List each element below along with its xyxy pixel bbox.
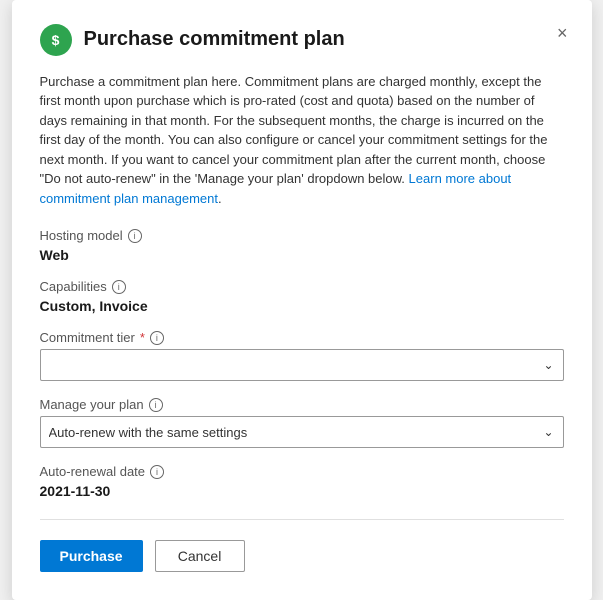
auto-renewal-date-info-icon[interactable]: i [150, 465, 164, 479]
hosting-model-field: Hosting model i Web [40, 228, 564, 263]
capabilities-field: Capabilities i Custom, Invoice [40, 279, 564, 314]
commitment-tier-field: Commitment tier * i ⌄ [40, 330, 564, 381]
auto-renewal-date-field: Auto-renewal date i 2021-11-30 [40, 464, 564, 499]
auto-renewal-date-value: 2021-11-30 [40, 483, 564, 499]
hosting-model-info-icon[interactable]: i [128, 229, 142, 243]
button-row: Purchase Cancel [40, 540, 564, 572]
commitment-tier-required: * [140, 330, 145, 345]
purchase-dialog: $ Purchase commitment plan × Purchase a … [12, 0, 592, 600]
manage-plan-label: Manage your plan i [40, 397, 564, 412]
manage-plan-select-wrapper: Auto-renew with the same settings Do not… [40, 416, 564, 448]
capabilities-info-icon[interactable]: i [112, 280, 126, 294]
manage-plan-field: Manage your plan i Auto-renew with the s… [40, 397, 564, 448]
commitment-tier-label: Commitment tier * i [40, 330, 564, 345]
auto-renewal-date-label: Auto-renewal date i [40, 464, 564, 479]
manage-plan-select[interactable]: Auto-renew with the same settings Do not… [40, 416, 564, 448]
capabilities-value: Custom, Invoice [40, 298, 564, 314]
dialog-title: Purchase commitment plan [84, 28, 564, 51]
hosting-model-value: Web [40, 247, 564, 263]
close-button[interactable]: × [553, 20, 572, 46]
manage-plan-info-icon[interactable]: i [149, 398, 163, 412]
purchase-button[interactable]: Purchase [40, 540, 143, 572]
dialog-header: $ Purchase commitment plan × [40, 24, 564, 56]
capabilities-label: Capabilities i [40, 279, 564, 294]
app-icon-symbol: $ [52, 32, 60, 48]
commitment-tier-select[interactable] [40, 349, 564, 381]
cancel-button[interactable]: Cancel [155, 540, 245, 572]
hosting-model-label: Hosting model i [40, 228, 564, 243]
commitment-tier-select-wrapper: ⌄ [40, 349, 564, 381]
divider [40, 519, 564, 520]
dialog-description: Purchase a commitment plan here. Commitm… [40, 72, 564, 209]
commitment-tier-info-icon[interactable]: i [150, 331, 164, 345]
app-icon: $ [40, 24, 72, 56]
